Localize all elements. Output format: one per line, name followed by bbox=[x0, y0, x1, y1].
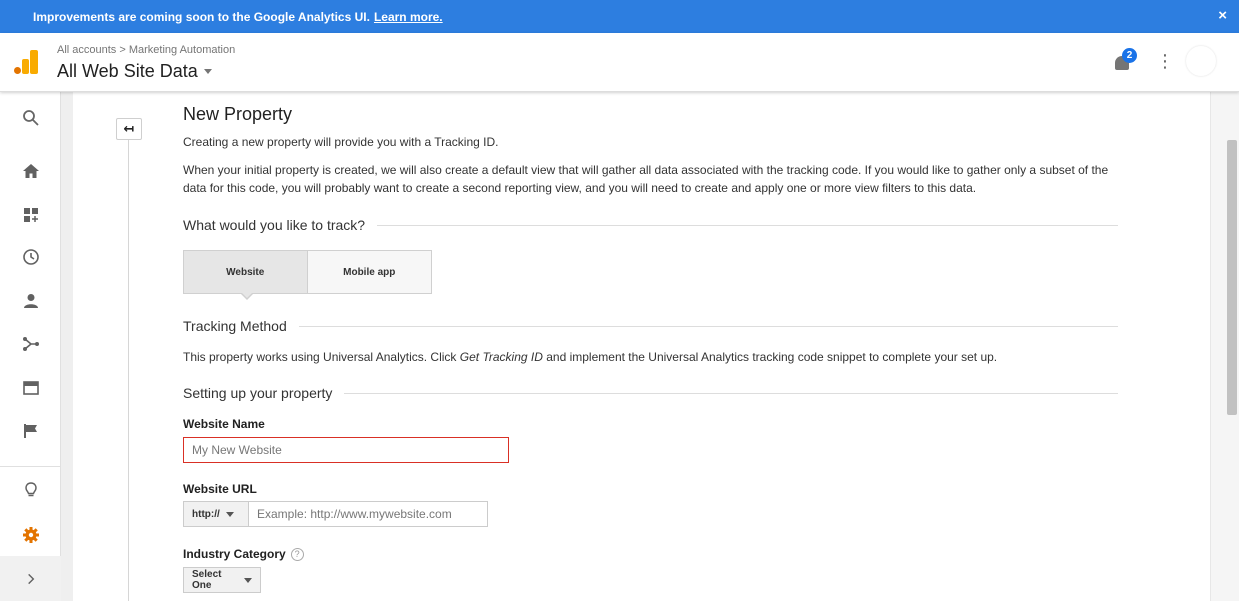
clock-icon[interactable] bbox=[0, 235, 61, 279]
page-title: New Property bbox=[183, 104, 293, 124]
gear-icon[interactable] bbox=[0, 513, 61, 557]
lightbulb-icon[interactable] bbox=[0, 468, 61, 512]
nav-divider bbox=[0, 466, 61, 467]
website-name-input[interactable] bbox=[183, 437, 509, 463]
panel-gutter bbox=[61, 92, 73, 601]
notification-badge: 2 bbox=[1122, 48, 1137, 63]
back-rail bbox=[128, 140, 129, 601]
more-options-icon[interactable]: ⋮ bbox=[1156, 50, 1174, 72]
acquisition-icon[interactable] bbox=[0, 322, 61, 366]
intro-text: Creating a new property will provide you… bbox=[183, 135, 499, 149]
banner-text: Improvements are coming soon to the Goog… bbox=[33, 9, 370, 24]
chevron-down-icon bbox=[244, 577, 252, 583]
analytics-logo[interactable] bbox=[14, 50, 38, 74]
track-heading: What would you like to track? bbox=[183, 217, 366, 233]
avatar[interactable] bbox=[1186, 46, 1216, 76]
close-banner-icon[interactable]: × bbox=[1218, 7, 1227, 24]
expand-nav-button[interactable] bbox=[0, 556, 61, 601]
left-nav bbox=[0, 92, 61, 601]
app-header: All accounts > Marketing Automation All … bbox=[0, 33, 1239, 92]
search-icon[interactable] bbox=[0, 96, 61, 140]
chevron-right-icon bbox=[27, 573, 34, 584]
protocol-value: http:// bbox=[192, 508, 220, 520]
website-option[interactable]: Website bbox=[184, 251, 308, 293]
chevron-down-icon bbox=[225, 511, 234, 517]
tracking-method-text: This property works using Universal Anal… bbox=[183, 350, 998, 364]
flag-icon[interactable] bbox=[0, 409, 61, 453]
website-url-label: Website URL bbox=[183, 482, 257, 496]
track-section-heading: What would you like to track? bbox=[183, 217, 1118, 233]
website-url-input[interactable] bbox=[248, 501, 488, 527]
tracking-method-label: Tracking Method bbox=[183, 318, 287, 334]
track-type-toggle: Website Mobile app bbox=[183, 250, 432, 300]
view-title: All Web Site Data bbox=[57, 61, 198, 81]
dashboard-icon[interactable] bbox=[0, 193, 61, 237]
announcement-banner: Improvements are coming soon to the Goog… bbox=[0, 0, 1239, 33]
tracking-method-heading: Tracking Method bbox=[183, 318, 1118, 334]
home-icon[interactable] bbox=[0, 149, 61, 193]
setup-heading: Setting up your property bbox=[183, 385, 1118, 401]
learn-more-link[interactable]: Learn more. bbox=[374, 10, 443, 24]
notifications-button[interactable]: 2 bbox=[1113, 48, 1137, 74]
description-text: When your initial property is created, w… bbox=[183, 163, 1109, 195]
back-button[interactable]: ↤ bbox=[116, 118, 142, 140]
person-icon[interactable] bbox=[0, 279, 61, 323]
chevron-down-icon bbox=[203, 69, 212, 74]
mobile-app-option[interactable]: Mobile app bbox=[307, 251, 431, 293]
website-name-label: Website Name bbox=[183, 417, 265, 431]
breadcrumb[interactable]: All accounts > Marketing Automation bbox=[57, 44, 235, 56]
industry-select[interactable]: Select One bbox=[183, 567, 261, 593]
scrollbar-thumb[interactable] bbox=[1227, 140, 1237, 415]
help-icon[interactable]: ? bbox=[290, 547, 304, 561]
view-selector[interactable]: All Web Site Data bbox=[57, 61, 212, 82]
setup-label: Setting up your property bbox=[183, 385, 333, 401]
industry-category-label: Industry Category ? bbox=[183, 547, 304, 561]
industry-value: Select One bbox=[192, 569, 222, 591]
protocol-select[interactable]: http:// bbox=[183, 501, 249, 527]
behavior-icon[interactable] bbox=[0, 366, 61, 410]
